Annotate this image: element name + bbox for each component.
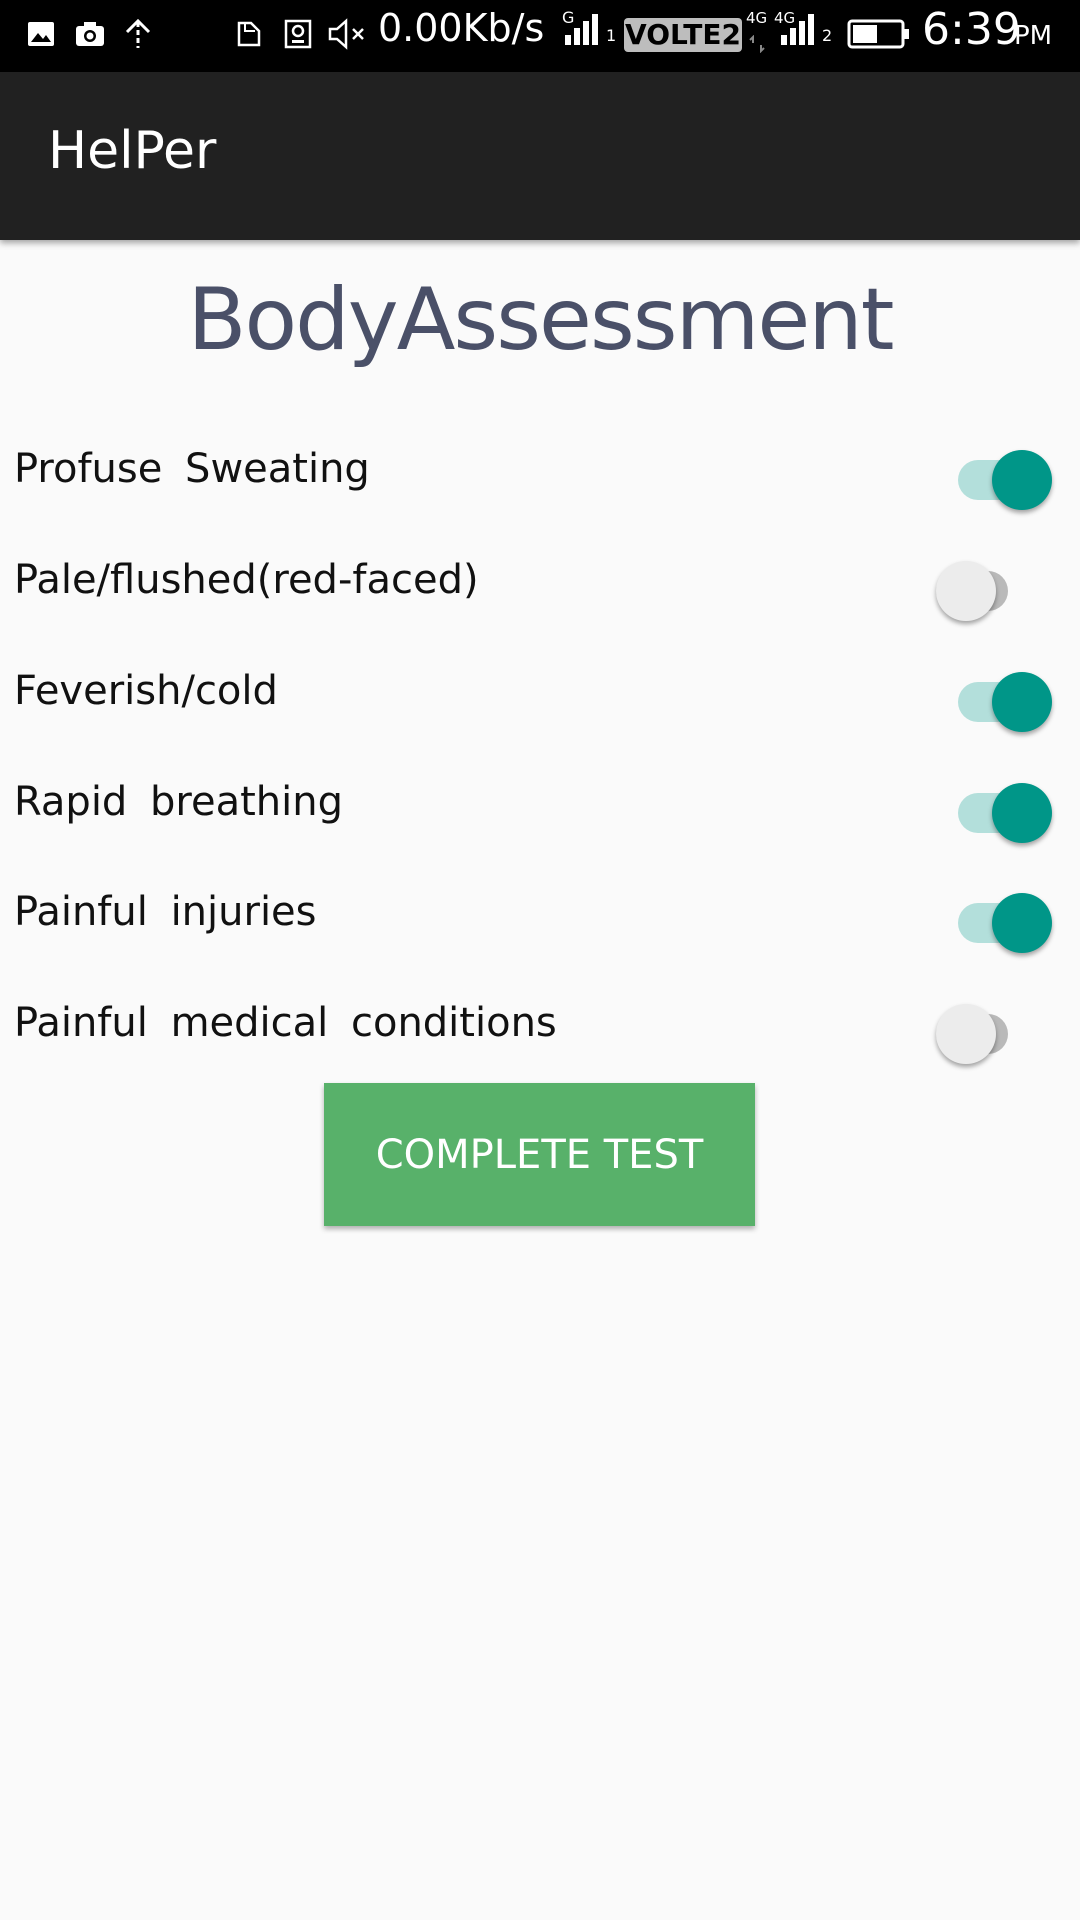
- rapid-breathing-toggle[interactable]: [936, 781, 1056, 843]
- assessment-label: Rapid breathing: [14, 779, 344, 825]
- assessment-row: Painful injuries: [0, 867, 1080, 957]
- upload-icon: [122, 14, 154, 54]
- sd-card-icon: [282, 14, 314, 54]
- assessment-row: Feverish/cold: [0, 646, 1080, 736]
- sim2-index: 2: [822, 26, 833, 45]
- clock: 6:39: [922, 4, 1021, 55]
- assessment-label: Profuse Sweating: [14, 446, 370, 492]
- app-title: HelPer: [48, 121, 217, 181]
- assessment-label: Painful injuries: [14, 889, 317, 935]
- assessment-row: Painful medical conditions: [0, 978, 1080, 1068]
- status-bar: 0.00Kb/s G 1 VOLTE2 4G 4G 2 6:39 PM: [0, 0, 1080, 72]
- nfc-icon: [234, 14, 264, 54]
- assessment-label: Painful medical conditions: [14, 1000, 557, 1046]
- signal-icon: [778, 10, 818, 50]
- assessment-row: Pale/flushed(red-faced): [0, 535, 1080, 625]
- painful-medical-conditions-toggle[interactable]: [936, 1002, 1056, 1064]
- sim1-index: 1: [606, 26, 617, 45]
- app-bar: HelPer: [0, 72, 1080, 240]
- clock-am-pm: PM: [1014, 21, 1053, 51]
- assessment-row: Rapid breathing: [0, 757, 1080, 847]
- switch-thumb: [936, 561, 996, 621]
- profuse-sweating-toggle[interactable]: [936, 448, 1056, 510]
- image-icon: [26, 14, 56, 54]
- data-arrows-icon: [748, 24, 768, 64]
- signal-icon: [562, 10, 602, 50]
- pale-flushed-toggle[interactable]: [936, 559, 1056, 621]
- mute-icon: [326, 14, 370, 54]
- camera-icon: [74, 14, 106, 54]
- assessment-row: Profuse Sweating: [0, 424, 1080, 514]
- switch-thumb: [992, 672, 1052, 732]
- battery-icon: [846, 14, 912, 54]
- painful-injuries-toggle[interactable]: [936, 891, 1056, 953]
- network-speed: 0.00Kb/s: [378, 6, 545, 50]
- page-title: BodyAssessment: [187, 270, 895, 370]
- volte-badge: VOLTE2: [624, 18, 742, 52]
- complete-test-button[interactable]: COMPLETE TEST: [324, 1083, 755, 1226]
- switch-thumb: [992, 893, 1052, 953]
- assessment-label: Feverish/cold: [14, 668, 278, 714]
- assessment-label: Pale/flushed(red-faced): [14, 557, 479, 603]
- switch-thumb: [992, 783, 1052, 843]
- feverish-cold-toggle[interactable]: [936, 670, 1056, 732]
- switch-thumb: [936, 1004, 996, 1064]
- switch-thumb: [992, 450, 1052, 510]
